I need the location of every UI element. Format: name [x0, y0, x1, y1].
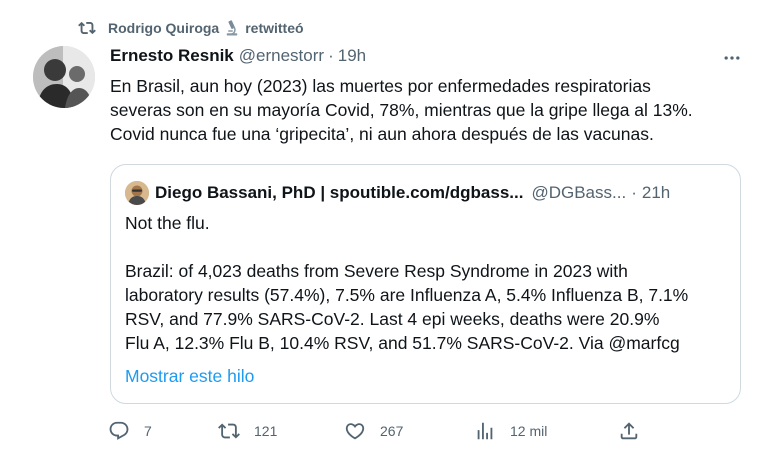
retweet-icon [78, 21, 96, 35]
share-icon [620, 422, 638, 440]
quoted-tweet-header: Diego Bassani, PhD | spoutible.com/dgbas… [125, 181, 670, 205]
reply-button[interactable]: 7 [108, 420, 152, 442]
tweet-header: Ernesto Resnik @ernestorr · 19h [110, 46, 366, 66]
quoted-text-line: Flu A, 12.3% Flu B, 10.4% RSV, and 51.7%… [125, 333, 680, 353]
quoted-tweet-text: Not the flu. Brazil: of 4,023 deaths fro… [125, 211, 730, 355]
retweet-button[interactable]: 121 [218, 420, 277, 442]
quoted-text-line: laboratory results (57.4%), 7.5% are Inf… [125, 285, 689, 305]
quoted-text-line: Not the flu. [125, 213, 210, 233]
more-options-button[interactable] [720, 48, 744, 68]
quoted-avatar-photo [125, 181, 149, 205]
quoted-avatar [125, 181, 149, 205]
share-button[interactable] [618, 420, 640, 442]
views-icon [477, 422, 493, 440]
retweet-count: 121 [254, 423, 278, 439]
separator-dot: · [631, 183, 637, 202]
tweet-timestamp[interactable]: 19h [338, 46, 366, 66]
more-icon [724, 56, 740, 60]
microscope-icon [226, 20, 238, 36]
show-thread-link[interactable]: Mostrar este hilo [125, 366, 254, 387]
views-count: 12 mil [510, 423, 548, 439]
tweet-text-line: En Brasil, aun hoy (2023) las muertes po… [110, 76, 651, 96]
retweet-action-label: retwitteó [245, 20, 304, 36]
views-button[interactable]: 12 mil [474, 420, 547, 442]
tweet-text-line: severas son en su mayoría Covid, 78%, mi… [110, 100, 693, 120]
quoted-tweet[interactable]: Diego Bassani, PhD | spoutible.com/dgbas… [110, 164, 741, 404]
like-button[interactable]: 267 [344, 420, 403, 442]
avatar-photo [33, 46, 95, 108]
quoted-text-line: RSV, and 77.9% SARS-CoV-2. Last 4 epi we… [125, 309, 660, 329]
quoted-timestamp: 21h [641, 183, 671, 202]
avatar[interactable] [33, 46, 95, 108]
like-count: 267 [380, 423, 404, 439]
author-name[interactable]: Ernesto Resnik [110, 46, 234, 66]
quoted-text-line: Brazil: of 4,023 deaths from Severe Resp… [125, 261, 628, 281]
action-bar: 7 121 267 12 mil [108, 420, 648, 448]
quoted-author-name: Diego Bassani, PhD | spoutible.com/dgbas… [155, 183, 524, 202]
retweet-context: Rodrigo Quiroga retwitteó [78, 19, 304, 37]
tweet[interactable]: Rodrigo Quiroga retwitteó Ernesto Resnik… [0, 0, 764, 460]
tweet-text: En Brasil, aun hoy (2023) las muertes po… [110, 74, 730, 146]
reply-icon [109, 421, 129, 440]
tweet-text-line: Covid nunca fue una ‘gripecita’, ni aun … [110, 124, 654, 144]
quoted-author-handle: @DGBass... [531, 183, 627, 202]
retweet-icon [218, 423, 240, 439]
reply-count: 7 [144, 423, 152, 439]
heart-icon [345, 423, 365, 440]
retweeter-name[interactable]: Rodrigo Quiroga [108, 20, 219, 36]
author-handle[interactable]: @ernestorr [239, 46, 324, 66]
separator-dot: · [328, 46, 334, 65]
